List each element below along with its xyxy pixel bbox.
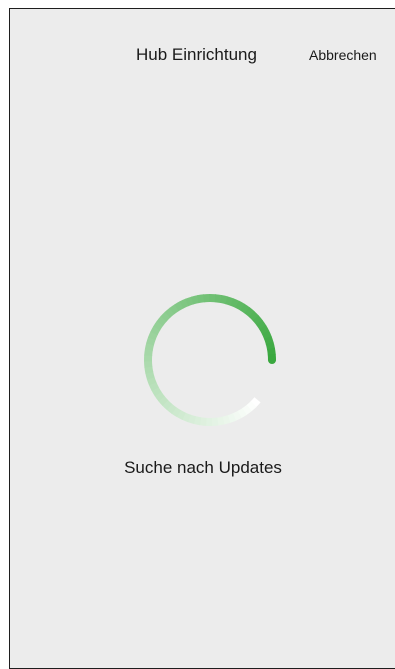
loading-spinner-icon xyxy=(144,294,276,426)
spinner-arc-segment xyxy=(235,300,245,311)
spinner-arc-segment xyxy=(220,295,229,305)
spinner-arc-segment xyxy=(147,331,158,341)
spinner-arc-segment xyxy=(158,395,169,406)
spinner-arc-segment xyxy=(227,413,237,423)
spinner-arc-segment xyxy=(232,410,242,421)
spinner-arc-segment xyxy=(193,416,202,426)
spinner-arc-segment xyxy=(146,336,156,346)
spinner-arc-segment xyxy=(148,381,159,391)
spinner-arc-segment xyxy=(264,335,274,345)
spinner-arc-segment xyxy=(225,296,234,306)
spinner-arc-segment xyxy=(237,408,247,419)
spinner-arc-segment xyxy=(153,320,164,331)
spinner-arc-segment xyxy=(252,315,263,326)
spinner-arc-segment xyxy=(261,330,272,340)
spinner-arc-segment xyxy=(179,298,189,309)
spinner-arc-segment xyxy=(156,315,167,326)
spinner-arc-segment xyxy=(191,295,200,305)
spinner-arc-segment xyxy=(146,376,157,386)
spinner-arc-segment xyxy=(246,401,257,412)
spinner-arc-segment xyxy=(145,371,155,380)
spinner-arc-segment xyxy=(154,391,165,402)
spinner-arc-segment xyxy=(240,303,250,314)
spinner-arc-segment xyxy=(222,415,231,425)
status-text: Suche nach Updates xyxy=(124,458,282,477)
spinner-arc-segment xyxy=(166,403,177,414)
spinner-arc-segment xyxy=(244,307,255,318)
spinner-arc-segment xyxy=(144,348,153,356)
spinner-arc-segment xyxy=(150,325,161,336)
spinner-arc-segment xyxy=(171,406,182,418)
spinner-cap xyxy=(268,356,276,364)
spinner-arc-segment xyxy=(265,341,275,350)
spinner-arc-segment xyxy=(259,325,270,335)
spinner-arc-segment xyxy=(266,347,276,356)
spinner-arc-segment xyxy=(185,296,194,307)
spinner-arc-segment xyxy=(256,319,267,330)
spinner-arc-segment xyxy=(144,366,154,374)
spinner-arc-segment xyxy=(250,397,261,408)
spinner-arc-segment xyxy=(248,310,259,322)
spinner-arc-segment xyxy=(162,399,173,411)
page-title: Hub Einrichtung xyxy=(136,45,257,64)
cancel-button[interactable]: Abbrechen xyxy=(309,47,377,63)
spinner-arc-segment xyxy=(164,307,175,318)
spinner-arc-segment xyxy=(241,404,252,416)
spinner-arc-segment xyxy=(197,294,205,304)
spinner-arc-segment xyxy=(176,409,186,420)
spinner-arc-segment xyxy=(144,342,155,351)
spinner-arc-segment xyxy=(160,311,171,322)
spinner-arc-segment xyxy=(214,294,223,303)
spinner-arc-segment xyxy=(181,412,191,423)
spinner-arc-segment xyxy=(216,416,225,426)
spinner-arc-segment xyxy=(187,414,197,425)
spinner-arc-segment xyxy=(151,386,162,397)
spinner-arc-segment xyxy=(174,301,184,312)
spinner-arc-segment xyxy=(199,417,207,426)
spinner-arc-segment xyxy=(230,298,240,309)
spinner-arc-segment xyxy=(169,304,180,315)
hub-setup-screen: Hub Einrichtung Abbrechen Suche nach Upd… xyxy=(9,8,395,669)
